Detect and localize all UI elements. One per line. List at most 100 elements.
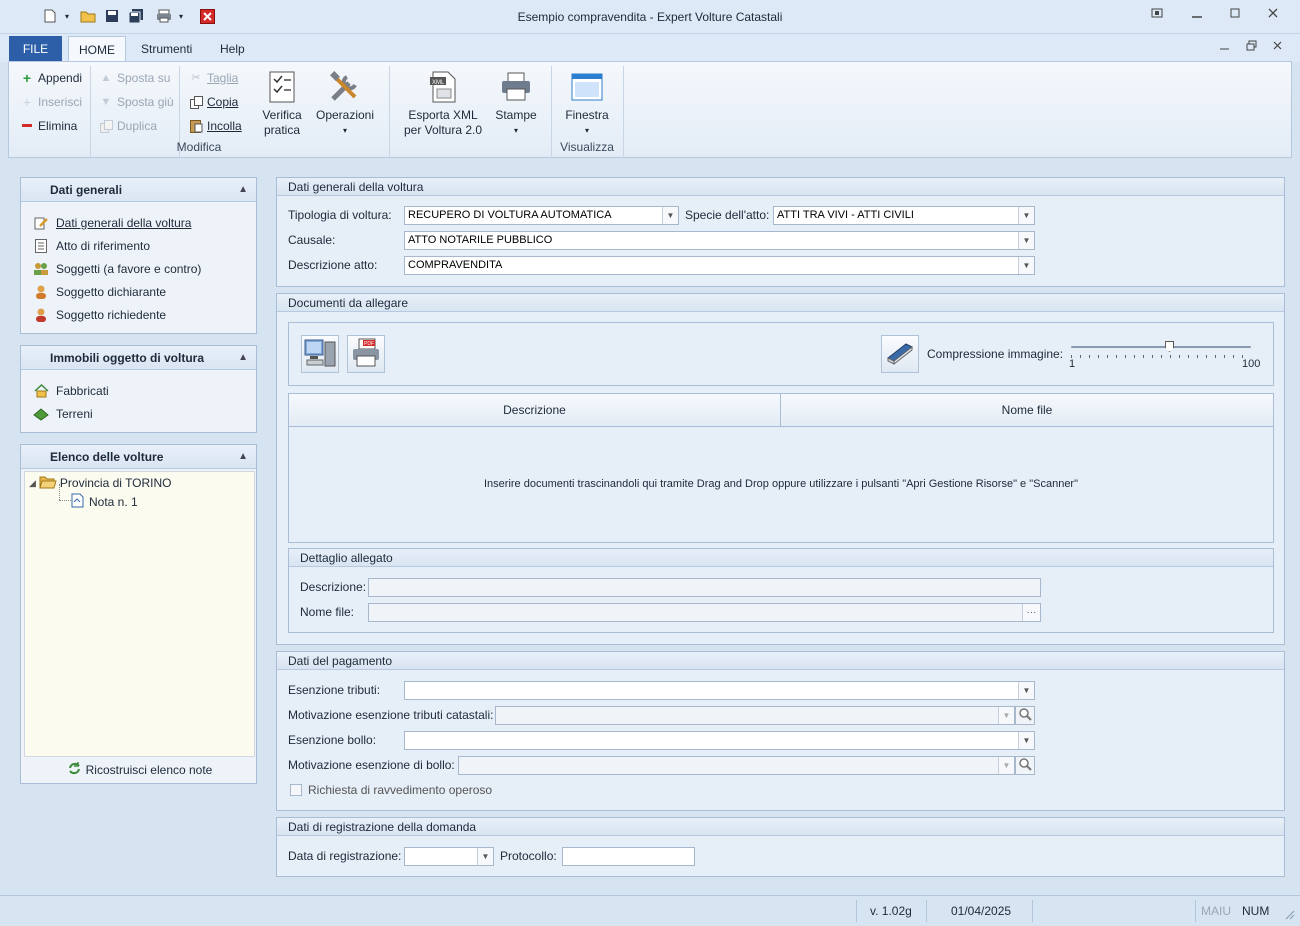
restore-icon[interactable] bbox=[1147, 7, 1167, 25]
esenzione-tributi-select[interactable]: ▼ bbox=[404, 681, 1035, 700]
documents-table[interactable]: Descrizione Nome file Inserire documenti… bbox=[288, 393, 1274, 543]
window-menu-button[interactable]: Finestra ▾ bbox=[558, 70, 616, 138]
chevron-down-icon[interactable]: ▼ bbox=[1018, 682, 1034, 699]
sidebar-item-soggetto-dichiarante[interactable]: Soggetto dichiarante bbox=[33, 282, 166, 302]
clipboard-icon bbox=[189, 119, 203, 133]
protocollo-input[interactable] bbox=[562, 847, 695, 866]
chevron-down-icon[interactable]: ▼ bbox=[998, 707, 1014, 724]
rebuild-notes-button[interactable]: Ricostruisci elenco note bbox=[21, 761, 258, 779]
compression-slider[interactable] bbox=[1071, 341, 1251, 358]
sidebar-item-soggetti[interactable]: Soggetti (a favore e contro) bbox=[33, 259, 201, 279]
pdf-print-button[interactable]: PDF bbox=[347, 335, 385, 373]
esenzione-tributi-label: Esenzione tributi: bbox=[288, 683, 381, 697]
chevron-down-icon[interactable]: ▼ bbox=[1018, 257, 1034, 274]
collapse-icon[interactable]: ▲ bbox=[238, 178, 248, 202]
specie-select[interactable]: ATTI TRA VIVI - ATTI CIVILI ▼ bbox=[773, 206, 1035, 225]
folder-open-icon bbox=[39, 475, 57, 492]
tab-help[interactable]: Help bbox=[210, 36, 255, 62]
column-header-nome-file[interactable]: Nome file bbox=[781, 394, 1273, 427]
sidebar-item-label: Soggetti (a favore e contro) bbox=[56, 262, 202, 276]
column-header-descrizione[interactable]: Descrizione bbox=[289, 394, 781, 427]
open-resources-button[interactable] bbox=[301, 335, 339, 373]
dettaglio-descrizione-input[interactable] bbox=[368, 578, 1041, 597]
operations-button[interactable]: Operazioni ▾ bbox=[312, 70, 378, 138]
tree-node-provincia[interactable]: ◢ Provincia di TORINO bbox=[29, 474, 172, 492]
chevron-down-icon: ▾ bbox=[584, 126, 589, 135]
tab-file[interactable]: FILE bbox=[9, 36, 62, 62]
collapse-icon[interactable]: ▲ bbox=[238, 346, 248, 370]
minimize-icon[interactable] bbox=[1187, 7, 1207, 25]
scanner-button[interactable] bbox=[881, 335, 919, 373]
verify-button[interactable]: Verifica pratica bbox=[257, 70, 307, 138]
tipologia-select[interactable]: RECUPERO DI VOLTURA AUTOMATICA ▼ bbox=[404, 206, 679, 225]
cut-button[interactable]: ✂ Taglia bbox=[189, 68, 238, 88]
sidebar-item-soggetto-richiedente[interactable]: Soggetto richiedente bbox=[33, 305, 166, 325]
delete-button[interactable]: Elimina bbox=[20, 116, 77, 136]
dettaglio-nome-file-input[interactable]: ··· bbox=[368, 603, 1041, 622]
maximize-icon[interactable] bbox=[1225, 7, 1245, 25]
search-tributi-button[interactable] bbox=[1015, 706, 1035, 725]
ravvedimento-checkbox[interactable] bbox=[290, 784, 302, 796]
append-button[interactable]: + Appendi bbox=[20, 68, 82, 88]
duplicate-label: Duplica bbox=[117, 119, 158, 133]
separator bbox=[389, 66, 390, 158]
collapse-arrow-icon[interactable]: ◢ bbox=[29, 478, 36, 489]
panel-elenco-header[interactable]: Elenco delle volture ▲ bbox=[21, 445, 256, 469]
causale-select[interactable]: ATTO NOTARILE PUBBLICO ▼ bbox=[404, 231, 1035, 250]
edit-document-icon bbox=[33, 215, 49, 231]
tree-node-nota[interactable]: Nota n. 1 bbox=[71, 493, 138, 511]
ribbon-restore-icon[interactable] bbox=[1241, 40, 1261, 58]
chevron-down-icon[interactable]: ▼ bbox=[1018, 732, 1034, 749]
esenzione-bollo-select[interactable]: ▼ bbox=[404, 731, 1035, 750]
svg-text:PDF: PDF bbox=[364, 341, 374, 347]
ribbon-close-icon[interactable] bbox=[1268, 40, 1288, 58]
sidebar-item-fabbricati[interactable]: Fabbricati bbox=[33, 381, 109, 401]
computer-icon bbox=[304, 338, 336, 371]
motivazione-bollo-select[interactable]: ▼ bbox=[458, 756, 1015, 775]
data-registrazione-picker[interactable]: ▼ bbox=[404, 847, 494, 866]
sidebar-item-atto-riferimento[interactable]: Atto di riferimento bbox=[33, 236, 150, 256]
tab-home[interactable]: HOME bbox=[68, 36, 126, 62]
section-dati-generali-voltura: Dati generali della voltura Tipologia di… bbox=[276, 177, 1285, 287]
search-bollo-button[interactable] bbox=[1015, 756, 1035, 775]
ribbon-minimize-icon[interactable] bbox=[1215, 40, 1235, 58]
export-xml-button[interactable]: XML Esporta XML per Voltura 2.0 bbox=[401, 70, 485, 138]
ribbon-tabs: FILE HOME Strumenti Help bbox=[0, 34, 1300, 62]
house-icon bbox=[33, 383, 49, 399]
section-pagamento: Dati del pagamento Esenzione tributi: ▼ … bbox=[276, 651, 1285, 811]
close-icon[interactable] bbox=[1263, 7, 1283, 25]
collapse-icon[interactable]: ▲ bbox=[238, 445, 248, 469]
copy-button[interactable]: Copia bbox=[189, 92, 238, 112]
chevron-down-icon[interactable]: ▼ bbox=[477, 848, 493, 865]
panel-title: Elenco delle volture bbox=[50, 450, 164, 464]
paste-button[interactable]: Incolla bbox=[189, 116, 242, 136]
move-down-button[interactable]: ▼ Sposta giù bbox=[99, 92, 174, 112]
sidebar-item-dati-generali-voltura[interactable]: Dati generali della voltura bbox=[33, 213, 191, 233]
tab-strumenti[interactable]: Strumenti bbox=[131, 36, 202, 62]
chevron-down-icon[interactable]: ▼ bbox=[1018, 232, 1034, 249]
sidebar-item-label: Atto di riferimento bbox=[56, 239, 151, 253]
panel-immobili-header[interactable]: Immobili oggetto di voltura ▲ bbox=[21, 346, 256, 370]
move-up-button[interactable]: ▲ Sposta su bbox=[99, 68, 171, 88]
document-list-icon bbox=[33, 238, 49, 254]
separator bbox=[551, 66, 552, 158]
append-label: Appendi bbox=[38, 71, 83, 85]
notes-tree[interactable]: ◢ Provincia di TORINO Nota n. 1 bbox=[24, 471, 255, 757]
chevron-down-icon[interactable]: ▼ bbox=[998, 757, 1014, 774]
resize-grip-icon[interactable] bbox=[1283, 908, 1295, 920]
insert-button[interactable]: + Inserisci bbox=[20, 92, 82, 112]
slider-thumb[interactable] bbox=[1165, 341, 1175, 352]
panel-title: Immobili oggetto di voltura bbox=[50, 351, 204, 365]
sidebar-item-terreni[interactable]: Terreni bbox=[33, 404, 93, 424]
browse-button[interactable]: ··· bbox=[1022, 604, 1040, 621]
chevron-down-icon[interactable]: ▼ bbox=[662, 207, 678, 224]
motivazione-tributi-select[interactable]: ▼ bbox=[495, 706, 1015, 725]
arrow-down-icon: ▼ bbox=[100, 96, 112, 108]
chevron-down-icon[interactable]: ▼ bbox=[1018, 207, 1034, 224]
section-title: Dati di registrazione della domanda bbox=[277, 818, 1284, 836]
descrizione-atto-select[interactable]: COMPRAVENDITA ▼ bbox=[404, 256, 1035, 275]
separator bbox=[1195, 900, 1196, 922]
print-menu-button[interactable]: Stampe ▾ bbox=[489, 70, 543, 138]
duplicate-button[interactable]: Duplica bbox=[99, 116, 157, 136]
panel-dati-generali-header[interactable]: Dati generali ▲ bbox=[21, 178, 256, 202]
